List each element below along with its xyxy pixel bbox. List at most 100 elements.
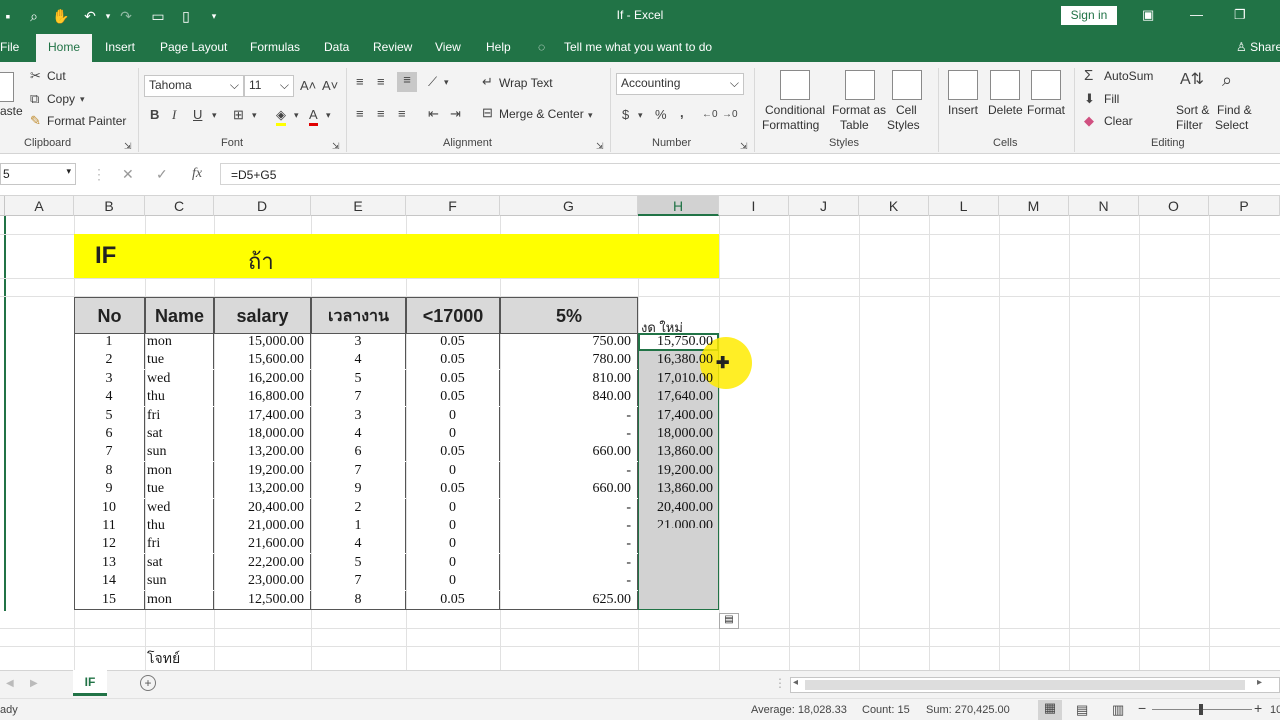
column-header-j[interactable]: J [789,196,859,216]
cell-no[interactable]: 5 [74,406,145,425]
quick-analysis-icon[interactable]: ▤ [719,613,739,629]
cell-new-total[interactable]: 16,380.00 [638,351,719,369]
tab-page-layout[interactable]: Page Layout [160,40,227,54]
scroll-thumb[interactable] [805,680,1245,690]
cell-salary[interactable]: 13,200.00 [214,443,311,462]
ribbon-display-icon[interactable]: ▣ [1142,7,1154,23]
sheet-tab-if[interactable]: IF [73,670,107,696]
column-header-m[interactable]: M [999,196,1069,216]
scroll-right-icon[interactable]: ▶ [30,678,38,689]
underline-button[interactable]: U [193,107,202,123]
cell-bonus[interactable]: 780.00 [500,351,638,370]
zoom-level[interactable]: 10 [1270,704,1280,716]
underline-dropdown-icon[interactable]: ▾ [212,107,217,123]
tab-data[interactable]: Data [324,40,349,54]
cell-name[interactable]: mon [145,333,214,351]
decrease-indent-icon[interactable]: ⇤ [428,106,439,122]
number-launcher-icon[interactable]: ⇲ [740,138,748,154]
tab-splitter-icon[interactable]: ⋮ [774,676,786,690]
cell-bonus[interactable]: - [500,572,638,591]
cell-name[interactable]: wed [145,369,214,388]
orientation-icon[interactable]: ⟋ [428,74,437,90]
increase-decimal-icon[interactable]: ←0 [702,107,718,123]
resize-handle-icon[interactable]: ⋮ [92,166,106,183]
cell-bonus[interactable]: 750.00 [500,333,638,351]
cell-bonus[interactable]: - [500,498,638,517]
insert-cells-button[interactable]: Insert [948,103,978,117]
paste-icon[interactable] [0,72,14,102]
cell-new-total[interactable]: 20,400.00 [638,499,719,517]
cell-new-total[interactable]: 15,750.00 [638,333,719,351]
column-header-e[interactable]: E [311,196,406,216]
find-select-label-2[interactable]: Select [1215,118,1248,132]
format-as-table-label[interactable]: Format as [832,103,886,117]
font-color-icon[interactable]: A [309,107,318,126]
cell-new-total[interactable]: 13,860.00 [638,443,719,461]
cell-new-total[interactable]: 17,010.00 [638,370,719,388]
cell-new-total[interactable] [638,554,719,572]
find-select-label[interactable]: Find & [1217,103,1252,117]
cell-rate[interactable]: 0.05 [406,443,500,462]
cell-rate[interactable]: 0.05 [406,480,500,499]
cell-salary[interactable]: 19,200.00 [214,461,311,480]
enter-icon[interactable]: ✓ [156,166,168,183]
cell-work-time[interactable]: 3 [311,333,406,351]
decrease-font-icon[interactable]: A˅ [322,78,338,94]
cell-no[interactable]: 7 [74,443,145,462]
cell-bonus[interactable]: 840.00 [500,388,638,407]
cell-new-total[interactable]: 17,400.00 [638,407,719,425]
cell-styles-label[interactable]: Cell [896,103,917,117]
cut-button[interactable]: Cut [47,69,66,83]
align-middle-icon[interactable]: ≡ [377,74,385,90]
cell-salary[interactable]: 16,800.00 [214,388,311,407]
scroll-right-arrow-icon[interactable]: ▸ [1257,677,1262,688]
copy-dropdown-icon[interactable]: ▾ [80,91,85,107]
worksheet-grid[interactable]: IF ถ้า No Name salary เวลางาน <17000 5% … [0,216,1280,670]
cell-salary[interactable]: 21,600.00 [214,535,311,554]
cell-work-time[interactable]: 5 [311,369,406,388]
cell-rate[interactable]: 0.05 [406,369,500,388]
cell-no[interactable]: 12 [74,535,145,554]
cell-name[interactable]: wed [145,498,214,517]
zoom-out-icon[interactable]: − [1138,700,1146,716]
cell-bonus[interactable]: - [500,425,638,443]
cell-name[interactable]: tue [145,351,214,370]
format-painter-button[interactable]: Format Painter [47,114,126,128]
decrease-decimal-icon[interactable]: →0 [722,107,738,123]
align-right-icon[interactable]: ≡ [398,106,406,122]
cell-salary[interactable]: 18,000.00 [214,425,311,443]
merge-center-button[interactable]: Merge & Center [499,107,584,121]
cell-work-time[interactable]: 3 [311,406,406,425]
cell-bonus[interactable]: - [500,517,638,535]
column-header-f[interactable]: F [406,196,500,216]
column-header-g[interactable]: G [500,196,638,216]
column-header-o[interactable]: O [1139,196,1209,216]
cell-work-time[interactable]: 1 [311,517,406,535]
cell-bonus[interactable]: - [500,535,638,554]
comma-style-button[interactable]: , [680,105,684,121]
align-top-icon[interactable]: ≡ [356,74,364,90]
cell-work-time[interactable]: 7 [311,461,406,480]
cell-rate[interactable]: 0 [406,553,500,572]
average-status[interactable]: Average: 18,028.33 [751,704,847,716]
cell-bonus[interactable]: - [500,406,638,425]
page-break-view-icon[interactable]: ▥ [1112,702,1124,718]
align-center-icon[interactable]: ≡ [377,106,385,122]
cell-salary[interactable]: 16,200.00 [214,369,311,388]
cell-rate[interactable]: 0 [406,461,500,480]
cell-no[interactable]: 3 [74,369,145,388]
autosum-button[interactable]: AutoSum [1104,69,1153,83]
tab-review[interactable]: Review [373,40,412,54]
cell-work-time[interactable]: 8 [311,590,406,609]
cell-rate[interactable]: 0 [406,425,500,443]
increase-font-icon[interactable]: A˄ [300,78,316,94]
cell-rate[interactable]: 0.05 [406,351,500,370]
tab-formulas[interactable]: Formulas [250,40,300,54]
font-name-select[interactable]: Tahoma ⌵ [144,75,244,97]
cell-name[interactable]: sun [145,443,214,462]
cell-new-total[interactable] [638,591,719,609]
font-color-dropdown-icon[interactable]: ▾ [326,107,331,123]
column-header-d[interactable]: D [214,196,311,216]
cell-work-time[interactable]: 4 [311,351,406,370]
cell-work-time[interactable]: 6 [311,443,406,462]
